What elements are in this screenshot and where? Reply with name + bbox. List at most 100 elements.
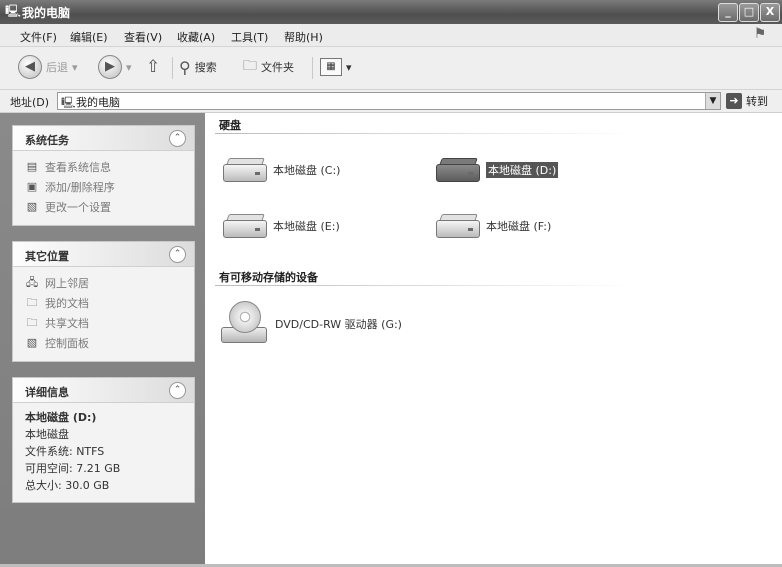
- details-free-space: 可用空间: 7.21 GB: [25, 462, 121, 475]
- control-panel-icon: ▧: [26, 200, 38, 213]
- link-label: 网上邻居: [45, 277, 89, 290]
- details-panel: 详细信息 ⌃ 本地磁盘 (D:) 本地磁盘 文件系统: NTFS 可用空间: 7…: [12, 377, 195, 503]
- toolbar-separator: [312, 57, 313, 79]
- menu-view[interactable]: 查看(V): [124, 29, 162, 45]
- views-dropdown-icon[interactable]: ▾: [346, 61, 352, 74]
- add-remove-programs-link[interactable]: ▣ 添加/删除程序: [25, 177, 184, 197]
- views-button[interactable]: ▦ ▾: [320, 55, 352, 79]
- close-button[interactable]: X: [760, 3, 780, 22]
- network-icon: 🖧: [25, 276, 39, 289]
- drive-g-dvd[interactable]: DVD/CD-RW 驱动器 (G:): [219, 301, 402, 347]
- documents-folder-icon: 🗀: [26, 296, 38, 309]
- group-divider: [215, 133, 635, 134]
- hard-drive-icon: [434, 156, 480, 184]
- menu-tools[interactable]: 工具(T): [231, 29, 268, 45]
- toolbar: ◀ 后退 ▾ ▶ ▾ ⇧ ⚲ 搜索 🗀 文件夹 ▦ ▾: [0, 47, 782, 90]
- search-icon: ⚲: [179, 57, 191, 77]
- control-panel-link[interactable]: ▧ 控制面板: [25, 333, 184, 353]
- system-info-icon: ▤: [26, 160, 38, 173]
- address-bar: 地址(D) 🖳 我的电脑 ▼ ➜ 转到: [0, 90, 782, 113]
- menu-edit[interactable]: 编辑(E): [70, 29, 108, 45]
- system-tasks-header[interactable]: 系统任务 ⌃: [13, 126, 194, 151]
- drive-c[interactable]: 本地磁盘 (C:): [221, 156, 340, 184]
- menu-file[interactable]: 文件(F): [20, 29, 57, 45]
- views-icon: ▦: [320, 58, 342, 76]
- control-panel-icon: ▧: [26, 336, 38, 349]
- task-pane: 系统任务 ⌃ ▤ 查看系统信息 ▣ 添加/删除程序 ▧ 更改一个设置 其它位置 …: [0, 113, 205, 567]
- address-dropdown-icon[interactable]: ▼: [705, 93, 720, 109]
- up-folder-icon: ⇧: [146, 57, 161, 77]
- go-button[interactable]: ➜ 转到: [726, 92, 768, 110]
- link-label: 添加/删除程序: [45, 181, 115, 194]
- forward-arrow-icon: ▶: [98, 55, 122, 79]
- search-button[interactable]: ⚲ 搜索: [179, 55, 217, 79]
- other-places-header[interactable]: 其它位置 ⌃: [13, 242, 194, 267]
- details-file-system: 文件系统: NTFS: [25, 445, 105, 458]
- folders-icon: 🗀: [243, 58, 257, 74]
- drive-f[interactable]: 本地磁盘 (F:): [434, 212, 551, 240]
- drive-e[interactable]: 本地磁盘 (E:): [221, 212, 340, 240]
- windows-flag-icon: ⚑: [753, 26, 767, 42]
- window-title: 我的电脑: [22, 6, 71, 20]
- back-label: 后退: [46, 61, 68, 74]
- other-places-panel: 其它位置 ⌃ 🖧 网上邻居 🗀 我的文档 🗀 共享文档 ▧ 控制面板: [12, 241, 195, 362]
- menu-bar: 文件(F) 编辑(E) 查看(V) 收藏(A) 工具(T) 帮助(H) ⚑: [0, 24, 782, 47]
- link-label: 共享文档: [45, 317, 89, 330]
- details-header[interactable]: 详细信息 ⌃: [13, 378, 194, 403]
- address-label: 地址(D): [10, 96, 50, 109]
- shared-documents-link[interactable]: 🗀 共享文档: [25, 313, 184, 333]
- my-computer-icon: 🖳: [61, 96, 76, 109]
- shared-folder-icon: 🗀: [26, 316, 38, 329]
- title-bar[interactable]: 🖳 我的电脑 _ □ X: [0, 0, 782, 24]
- details-drive-type: 本地磁盘: [25, 428, 69, 441]
- maximize-button[interactable]: □: [739, 3, 759, 22]
- menu-help[interactable]: 帮助(H): [284, 29, 323, 45]
- change-setting-link[interactable]: ▧ 更改一个设置: [25, 197, 184, 217]
- system-tasks-panel: 系统任务 ⌃ ▤ 查看系统信息 ▣ 添加/删除程序 ▧ 更改一个设置: [12, 125, 195, 226]
- my-documents-link[interactable]: 🗀 我的文档: [25, 293, 184, 313]
- back-button[interactable]: ◀ 后退 ▾: [18, 55, 78, 79]
- hard-disks-heading: 硬盘: [219, 119, 241, 132]
- collapse-chevron-icon[interactable]: ⌃: [169, 382, 186, 399]
- my-computer-icon: 🖳: [5, 4, 22, 18]
- removable-storage-heading: 有可移动存储的设备: [219, 271, 318, 284]
- back-arrow-icon: ◀: [18, 55, 42, 79]
- toolbar-separator: [172, 57, 173, 79]
- hard-drive-icon: [434, 212, 480, 240]
- hard-drive-icon: [221, 156, 267, 184]
- file-view: 硬盘 本地磁盘 (C:) 本地磁盘 (D:) 本地磁盘 (E:) 本地磁盘 (F…: [205, 113, 782, 567]
- details-total-size: 总大小: 30.0 GB: [25, 479, 110, 492]
- folders-label: 文件夹: [261, 61, 294, 74]
- go-arrow-icon: ➜: [726, 93, 742, 109]
- add-remove-programs-icon: ▣: [26, 180, 38, 193]
- link-label: 我的文档: [45, 297, 89, 310]
- explorer-window: 🖳 我的电脑 _ □ X 文件(F) 编辑(E) 查看(V) 收藏(A) 工具(…: [0, 0, 782, 567]
- forward-button[interactable]: ▶ ▾: [98, 55, 132, 79]
- system-tasks-title: 系统任务: [25, 134, 69, 147]
- forward-dropdown-icon[interactable]: ▾: [126, 61, 132, 74]
- network-places-link[interactable]: 🖧 网上邻居: [25, 273, 184, 293]
- view-system-info-link[interactable]: ▤ 查看系统信息: [25, 157, 184, 177]
- collapse-chevron-icon[interactable]: ⌃: [169, 130, 186, 147]
- link-label: 控制面板: [45, 337, 89, 350]
- group-divider: [215, 285, 635, 286]
- address-field[interactable]: 🖳 我的电脑 ▼: [57, 92, 721, 110]
- collapse-chevron-icon[interactable]: ⌃: [169, 246, 186, 263]
- folders-button[interactable]: 🗀 文件夹: [243, 55, 294, 79]
- drive-label: 本地磁盘 (F:): [486, 220, 552, 233]
- up-folder-button[interactable]: ⇧: [146, 55, 160, 79]
- hard-drive-icon: [221, 212, 267, 240]
- drive-d[interactable]: 本地磁盘 (D:): [434, 156, 559, 184]
- other-places-title: 其它位置: [25, 250, 69, 263]
- address-value: 我的电脑: [76, 96, 120, 109]
- dvd-drive-icon: [219, 301, 269, 347]
- details-title: 详细信息: [25, 386, 69, 399]
- go-label: 转到: [746, 95, 768, 108]
- minimize-button[interactable]: _: [718, 3, 738, 22]
- drive-label: 本地磁盘 (D:): [486, 162, 559, 178]
- back-dropdown-icon[interactable]: ▾: [72, 61, 78, 74]
- drive-label: 本地磁盘 (E:): [273, 220, 340, 233]
- search-label: 搜索: [194, 61, 217, 74]
- menu-favorites[interactable]: 收藏(A): [177, 29, 215, 45]
- drive-label: 本地磁盘 (C:): [273, 164, 341, 177]
